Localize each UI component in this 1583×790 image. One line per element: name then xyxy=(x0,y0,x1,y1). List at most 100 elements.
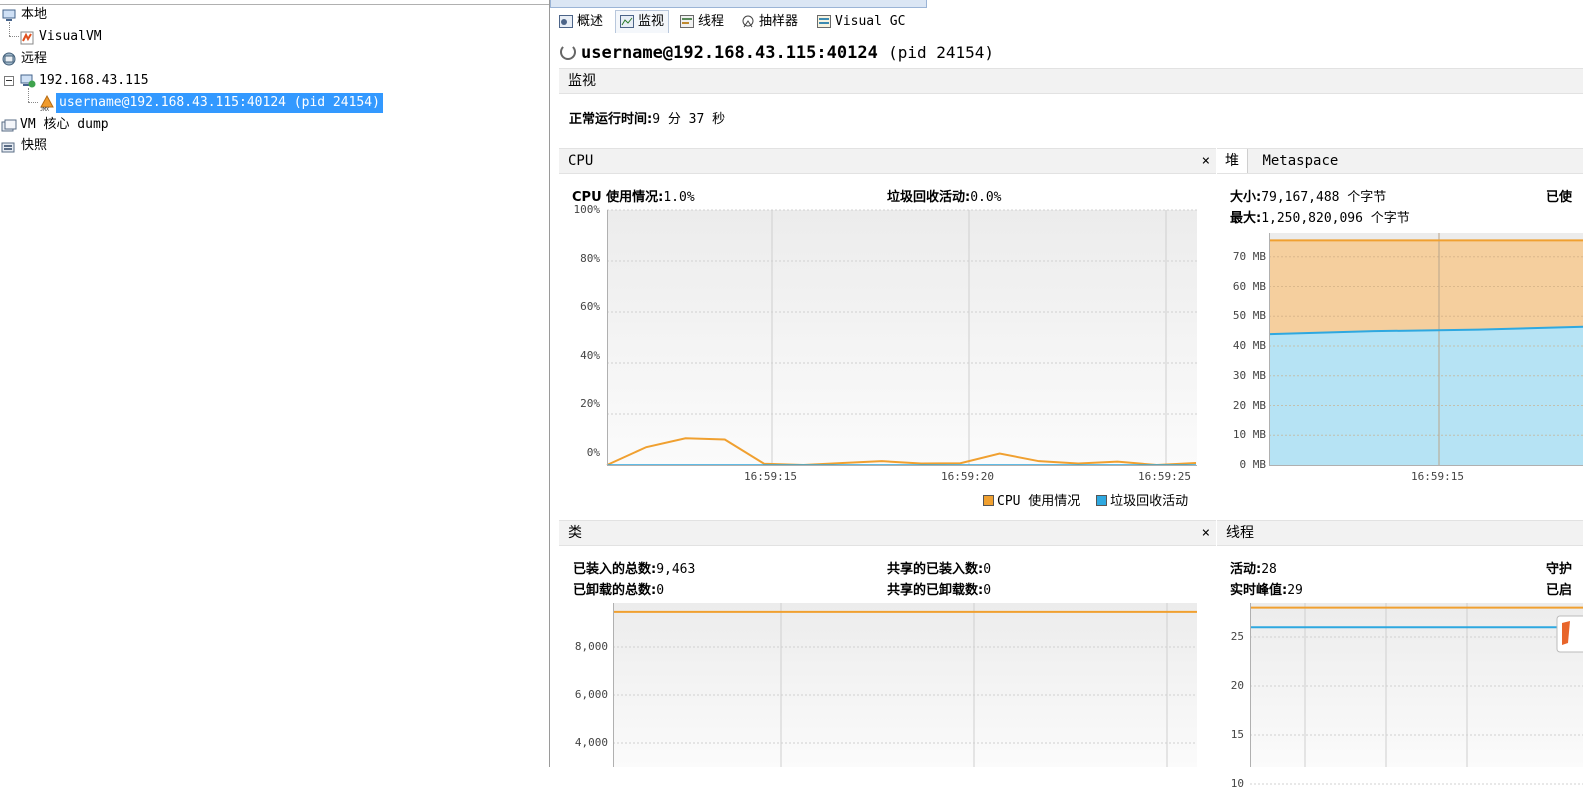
monitor-icon xyxy=(620,15,634,28)
classes-loaded-stat: 已装入的总数:9,463 xyxy=(573,558,695,577)
tab-overview-label: 概述 xyxy=(577,14,604,29)
cpu-usage-line xyxy=(606,437,1197,467)
threads-peak-value: 29 xyxy=(1287,583,1303,598)
gc-legend-swatch xyxy=(1096,495,1108,506)
threads-panel-title: 线程 xyxy=(1226,525,1254,541)
heap-max-stat: 最大:1,250,820,096 个字节 xyxy=(1230,207,1410,226)
cpu-y-tick: 80% xyxy=(580,251,600,265)
loading-spinner-icon xyxy=(560,44,576,60)
visualvm-icon xyxy=(20,31,34,45)
collapse-icon[interactable] xyxy=(4,76,14,86)
cpu-close-icon[interactable]: × xyxy=(1202,149,1210,173)
heap-used-label: 已使 xyxy=(1546,190,1573,205)
classes-y-tick: 4,000 xyxy=(574,736,608,749)
visualgc-icon xyxy=(817,15,831,28)
monitor-section-label: 监视 xyxy=(568,73,596,89)
shared-unloaded-stat: 共享的已卸载数:0 xyxy=(887,579,991,598)
tab-visualgc-label: Visual GC xyxy=(835,14,906,29)
gc-activity-label: 垃圾回收活动: xyxy=(887,190,971,205)
cpu-usage-value: 1.0% xyxy=(663,190,695,205)
uptime-value: 9 分 37 秒 xyxy=(652,112,726,127)
heap-chart xyxy=(1268,233,1583,465)
classes-y-axis xyxy=(613,603,614,767)
tree-label-coredump: VM 核心 dump xyxy=(20,117,109,132)
cpu-legend-swatch xyxy=(983,495,994,506)
gc-activity-stat: 垃圾回收活动:0.0% xyxy=(887,186,1002,205)
tab-sampler-label: 抽样器 xyxy=(759,14,799,29)
heap-y-tick: 70 MB xyxy=(1232,249,1266,263)
java-app-icon: JMX xyxy=(40,94,54,113)
shared-loaded-stat: 共享的已装入数:0 xyxy=(887,558,991,577)
shared-loaded-label: 共享的已装入数: xyxy=(887,562,984,577)
threads-live-stat: 活动:28 xyxy=(1230,558,1277,577)
cpu-chart xyxy=(606,209,1197,467)
heap-y-tick: 50 MB xyxy=(1232,309,1266,323)
gc-activity-value: 0.0% xyxy=(970,190,1002,205)
classes-unloaded-value: 0 xyxy=(656,583,665,598)
threads-chart-svg xyxy=(1250,603,1583,785)
threads-y-tick: 10 xyxy=(1230,777,1244,790)
classes-y-tick: 6,000 xyxy=(574,688,608,701)
heap-y-tick: 40 MB xyxy=(1232,339,1266,353)
uptime-label: 正常运行时间: xyxy=(569,112,653,127)
classes-close-icon[interactable]: × xyxy=(1202,521,1210,545)
host-icon xyxy=(20,74,36,88)
threads-y-tick: 25 xyxy=(1230,630,1244,643)
view-tabs: 概述 监视 线程 抽样器 Visual GC xyxy=(554,10,1583,34)
monitor-panel: 概述 监视 线程 抽样器 Visual GC username@192.168.… xyxy=(550,0,1583,790)
heap-max-value: 1,250,820,096 个字节 xyxy=(1261,211,1410,226)
shared-unloaded-label: 共享的已卸载数: xyxy=(887,583,984,598)
threads-started-stat-partial: 已启 xyxy=(1546,579,1572,598)
heap-x-tick: 16:59:15 xyxy=(1411,470,1464,483)
tab-threads-label: 线程 xyxy=(698,14,725,29)
heap-y-tick: 10 MB xyxy=(1232,428,1266,442)
classes-unloaded-stat: 已卸载的总数:0 xyxy=(573,579,664,598)
heap-y-tick: 20 MB xyxy=(1232,398,1266,412)
heap-size-value: 79,167,488 个字节 xyxy=(1261,190,1387,205)
tab-visualgc[interactable]: Visual GC xyxy=(812,10,910,34)
classes-loaded-label: 已装入的总数: xyxy=(573,562,657,577)
cpu-x-tick: 16:59:25 xyxy=(1138,470,1191,483)
app-title: username@192.168.43.115:40124 xyxy=(581,43,878,63)
threads-icon xyxy=(680,15,694,28)
threads-y-tick: 15 xyxy=(1230,728,1244,741)
overview-icon xyxy=(559,15,573,28)
tab-monitor[interactable]: 监视 xyxy=(615,10,670,33)
popup-corner-icon[interactable] xyxy=(1556,615,1583,655)
tab-sampler[interactable]: 抽样器 xyxy=(736,10,803,34)
tab-overview[interactable]: 概述 xyxy=(554,10,608,34)
cpu-y-tick: 20% xyxy=(580,397,600,411)
heap-used-area xyxy=(1269,326,1583,465)
document-tab[interactable] xyxy=(550,0,927,8)
heap-max-label: 最大: xyxy=(1230,211,1262,226)
tab-metaspace[interactable]: Metaspace xyxy=(1256,153,1338,169)
app-pid: (pid 24154) xyxy=(888,43,995,62)
threads-daemon-label: 守护 xyxy=(1546,562,1573,577)
cpu-x-tick: 16:59:20 xyxy=(941,470,994,483)
threads-daemon-stat-partial: 守护 xyxy=(1546,558,1572,577)
page-title: username@192.168.43.115:40124 (pid 24154… xyxy=(581,42,994,64)
cpu-y-tick: 60% xyxy=(580,300,600,314)
tree-connector xyxy=(9,36,19,37)
heap-y-tick: 60 MB xyxy=(1232,279,1266,293)
cpu-y-tick: 0% xyxy=(586,446,600,459)
classes-panel-title: 类 xyxy=(568,525,582,541)
tree-label-local: 本地 xyxy=(21,7,48,22)
classes-panel-header: 类 × xyxy=(559,520,1216,546)
shared-unloaded-value: 0 xyxy=(983,583,992,598)
tree-label-snapshots: 快照 xyxy=(21,138,48,153)
classes-unloaded-label: 已卸载的总数: xyxy=(573,583,657,598)
threads-y-axis xyxy=(1250,603,1251,767)
heap-y-axis xyxy=(1269,233,1270,465)
tree-connector xyxy=(9,22,10,36)
heap-panel-header: 堆 Metaspace xyxy=(1217,148,1583,174)
tab-heap[interactable]: 堆 xyxy=(1217,149,1248,173)
threads-y-tick: 20 xyxy=(1230,679,1244,692)
classes-y-tick: 8,000 xyxy=(574,640,608,653)
tab-threads[interactable]: 线程 xyxy=(675,10,729,34)
shared-loaded-value: 0 xyxy=(983,562,992,577)
cpu-panel-title: CPU xyxy=(568,153,594,169)
classes-chart-svg xyxy=(613,603,1197,767)
cpu-y-tick: 40% xyxy=(580,348,600,362)
threads-peak-label: 实时峰值: xyxy=(1230,583,1288,598)
